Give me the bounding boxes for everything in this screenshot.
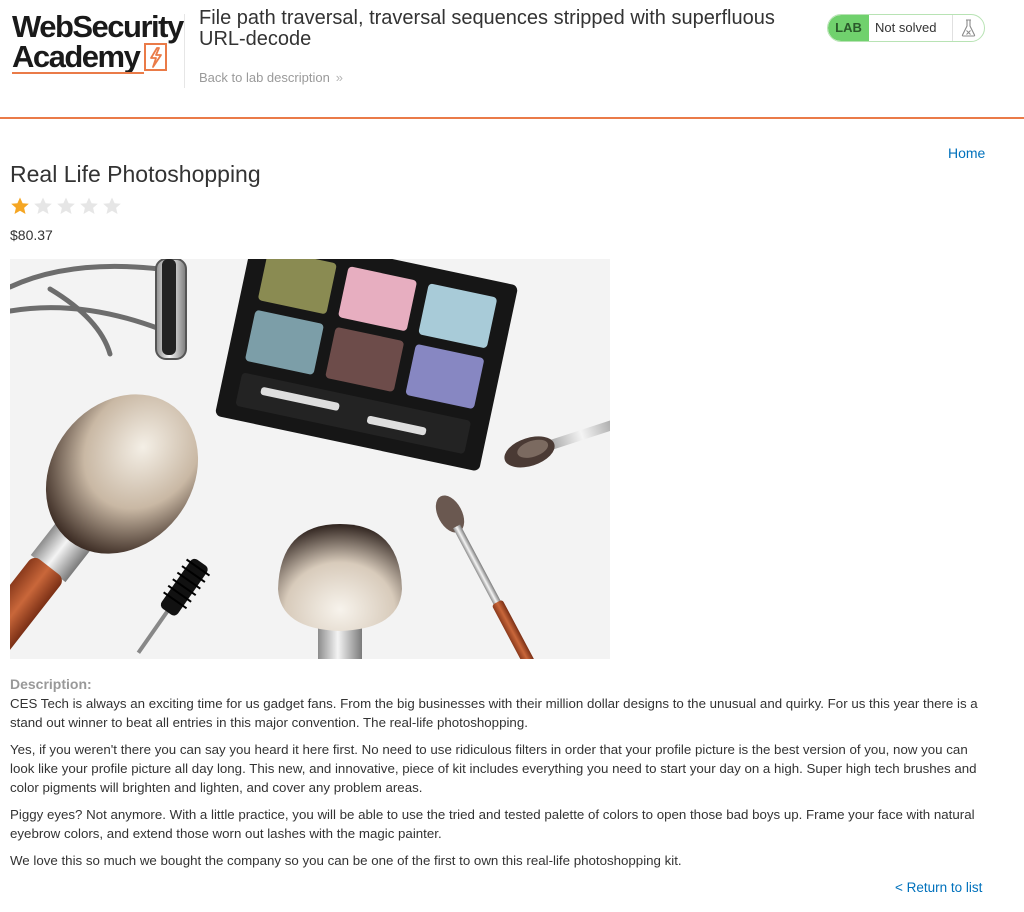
star-empty-icon <box>80 197 98 214</box>
product-title: Real Life Photoshopping <box>10 161 261 187</box>
home-link[interactable]: Home <box>948 145 985 161</box>
lab-status-text: Not solved <box>875 20 937 35</box>
back-link-label: Back to lab description <box>199 70 330 85</box>
academy-header: WebSecurity Academy File path traversal,… <box>0 0 1024 119</box>
star-empty-icon <box>34 197 52 214</box>
star-empty-icon <box>103 197 121 214</box>
description-paragraph: Yes, if you weren't there you can say yo… <box>10 742 977 795</box>
lab-badge: LAB <box>828 15 869 41</box>
flask-icon-wrap <box>952 15 984 41</box>
web-security-academy-logo[interactable]: WebSecurity Academy <box>12 10 184 76</box>
description-label: Description: <box>10 676 92 692</box>
product-image <box>10 259 610 659</box>
lab-status-widget: LAB Not solved <box>827 14 985 42</box>
double-chevron-right-icon: » <box>335 70 344 85</box>
header-divider <box>184 14 185 88</box>
lab-title: File path traversal, traversal sequences… <box>199 7 775 50</box>
logo-underline <box>12 72 144 74</box>
product-price: $80.37 <box>10 227 53 243</box>
product-description: CES Tech is always an exciting time for … <box>10 694 990 878</box>
star-filled-icon <box>11 197 29 214</box>
makeup-kit-illustration <box>10 259 610 659</box>
description-paragraph: Piggy eyes? Not anymore. With a little p… <box>10 807 975 841</box>
description-paragraph: We love this so much we bought the compa… <box>10 853 682 868</box>
product-rating <box>10 196 125 218</box>
star-empty-icon <box>57 197 75 214</box>
logo-bolt-icon <box>144 43 167 71</box>
description-paragraph: CES Tech is always an exciting time for … <box>10 696 978 730</box>
logo-line2: Academy <box>12 39 141 74</box>
flask-icon <box>961 19 976 37</box>
return-to-list-link[interactable]: < Return to list <box>895 880 982 895</box>
back-to-lab-description-link[interactable]: Back to lab description » <box>199 70 343 85</box>
